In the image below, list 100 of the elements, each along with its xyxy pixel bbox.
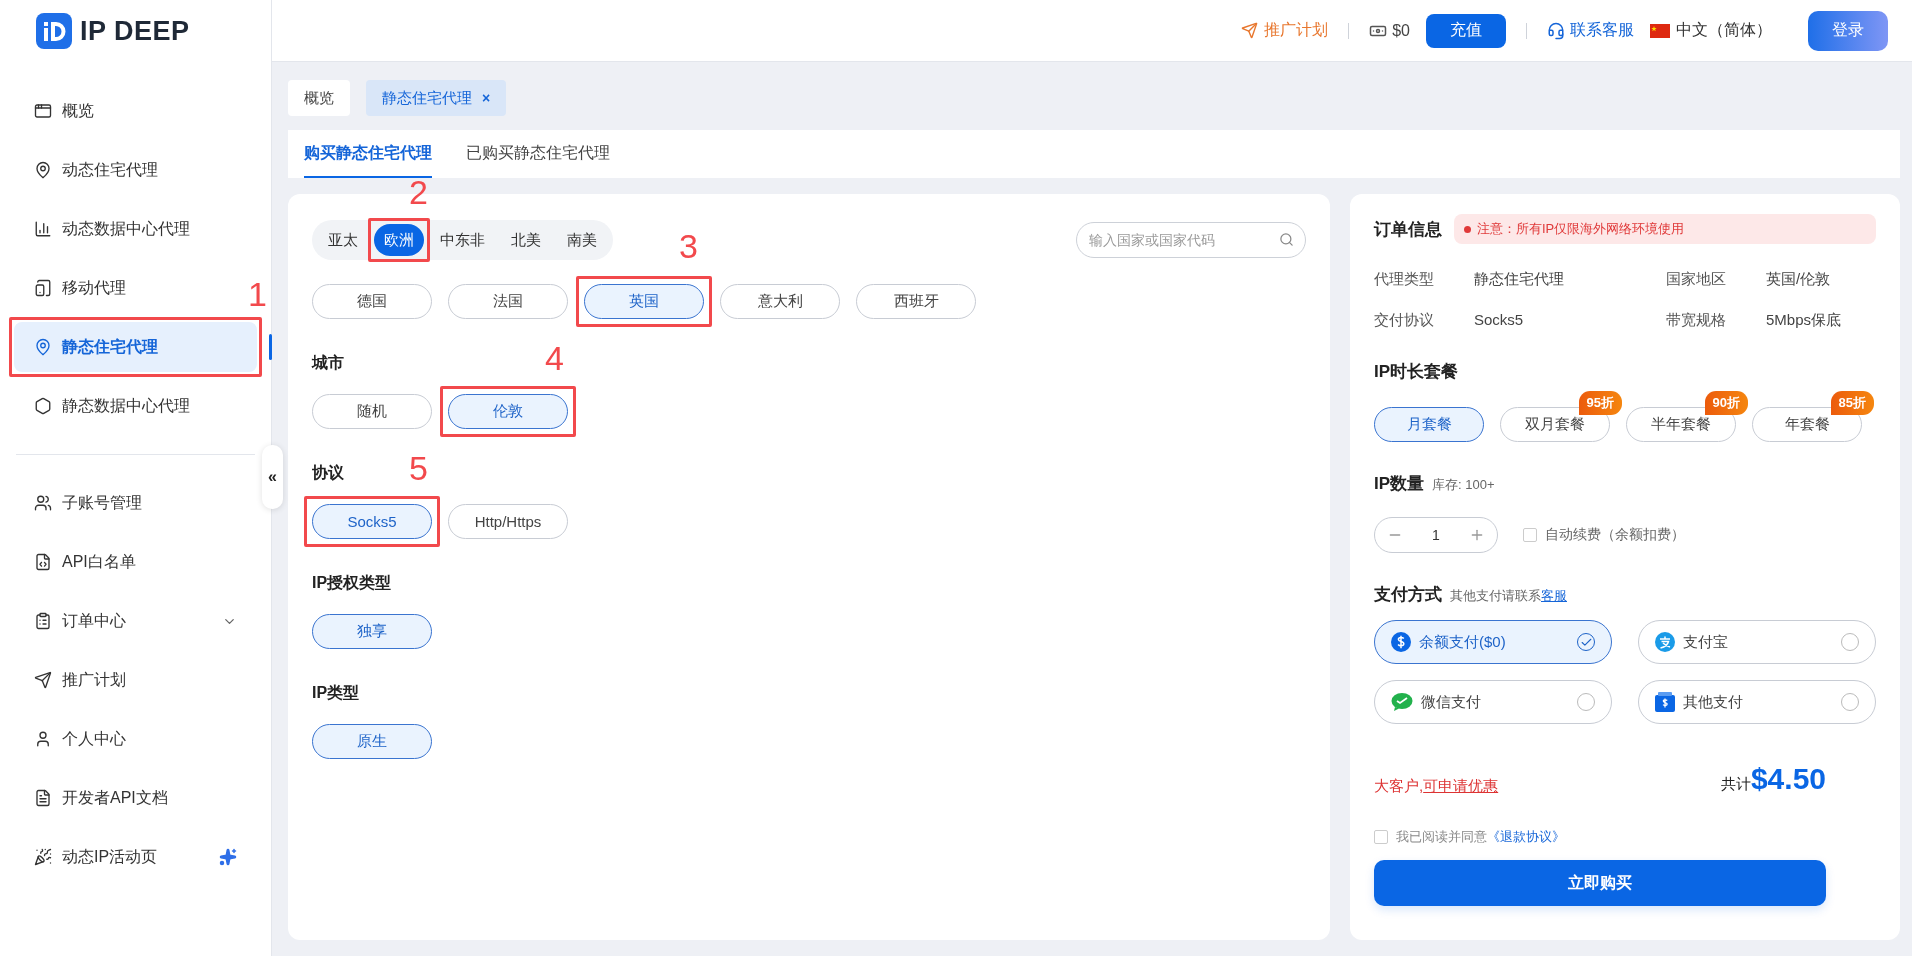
sidebar-item[interactable]: 概览 [14,86,257,136]
clipboard-icon [34,612,52,630]
detail-value: 静态住宅代理 [1474,270,1565,289]
dollar-coin-icon [1391,632,1411,652]
sidebar-item[interactable]: 动态数据中心代理 [14,204,257,254]
sidebar-item[interactable]: 静态数据中心代理 [14,381,257,431]
sidebar-item[interactable]: 子账号管理 [14,478,257,528]
page-tab[interactable]: 静态住宅代理 × [366,80,507,116]
enterprise-text: 大客户,可申请优惠 [1374,777,1499,796]
sidebar-item[interactable]: 推广计划 [14,655,257,705]
sidebar-item[interactable]: API白名单 [14,537,257,587]
detail-label: 交付协议 [1374,311,1435,330]
map-pin-icon [34,338,52,356]
refund-policy-link[interactable]: 《退款协议》 [1487,829,1565,844]
wechat-icon [1391,692,1413,712]
document-icon [34,789,52,807]
sidebar-item[interactable]: 动态IP活动页 [14,832,257,882]
section-title: IP类型 [312,683,360,703]
country-option[interactable]: 意大利 [720,284,840,319]
brand-name: IP DEEP [80,15,190,47]
plan-option[interactable]: 月套餐 [1374,407,1484,442]
detail-value: 英国/伦敦 [1766,270,1832,289]
option-pill[interactable]: Http/Https [448,504,568,539]
agreement-text: 我已阅读并同意《退款协议》 [1396,828,1565,846]
search-field[interactable]: 输入国家或国家代码 [1076,222,1306,258]
order-title: 订单信息 [1374,218,1442,241]
country-option[interactable]: 德国 [312,284,432,319]
plus-icon[interactable] [1469,527,1485,543]
send-icon [34,671,52,689]
payment-option[interactable]: 微信支付 [1374,680,1612,724]
option-pill[interactable]: Socks5 [312,504,432,539]
callout-frame [368,218,430,262]
devices-icon [34,279,52,297]
region-tab[interactable]: 北美 [501,224,551,256]
detail-value: Socks5 [1474,311,1525,330]
callout-number: 4 [545,338,564,378]
plan-title: IP时长套餐 [1374,361,1460,383]
region-tab[interactable]: 南美 [557,224,607,256]
region-tab[interactable]: 中东非 [430,224,495,256]
map-pin-icon [34,161,52,179]
dot-icon [1464,225,1471,233]
total-amount: $4.50 [1750,762,1826,795]
checkbox[interactable] [1374,830,1388,844]
collapse-button[interactable]: « [262,445,283,509]
sidebar-item[interactable]: 开发者API文档 [14,773,257,823]
quantity-value: 1 [1432,527,1440,543]
sparkle-icon [219,848,237,866]
sub-tab[interactable]: 已购买静态住宅代理 [466,130,610,178]
discount-link[interactable]: 可申请优惠 [1423,777,1499,794]
country-option[interactable]: 法国 [448,284,568,319]
option-pill[interactable]: 独享 [312,614,432,649]
bar-chart-icon [34,220,52,238]
buy-button[interactable]: 立即购买 [1374,860,1826,906]
total-label: 共计 [1720,775,1751,792]
support-link[interactable]: 客服 [1541,588,1567,603]
balance-amount: $0 [1392,21,1410,40]
payment-option[interactable]: 支付宝 [1638,620,1876,664]
section-title: IP授权类型 [312,573,392,593]
alipay-icon [1655,632,1675,652]
sidebar-item[interactable]: 动态住宅代理 [14,145,257,195]
recharge-button[interactable]: 充值 [1426,13,1506,48]
callout-number: 3 [679,226,698,266]
detail-value: 5Mbps保底 [1766,311,1843,330]
login-button[interactable]: 登录 [1808,10,1888,51]
sidebar-item[interactable]: 个人中心 [14,714,257,764]
country-option[interactable]: 英国 [584,284,704,319]
page-tab[interactable]: 概览 [288,80,350,116]
support-link[interactable]: 联系客服 [1547,20,1634,41]
option-pill[interactable]: 伦敦 [448,394,568,429]
wallet-icon [1655,692,1675,712]
detail-label: 国家地区 [1666,270,1727,289]
discount-badge: 95折 [1578,391,1622,415]
detail-label: 带宽规格 [1666,311,1727,330]
payment-option[interactable]: 余额支付($0) [1374,620,1612,664]
logo-icon [36,13,72,49]
flag-icon [1650,23,1670,38]
active-indicator [269,334,272,360]
discount-badge: 85折 [1830,391,1874,415]
region-tab[interactable]: 欧洲 [374,224,424,256]
payment-hint: 其他支付请联系客服 [1450,587,1567,605]
option-pill[interactable]: 原生 [312,724,432,759]
file-code-icon [34,553,52,571]
country-option[interactable]: 西班牙 [856,284,976,319]
callout-number: 1 [248,274,267,314]
checkbox-label: 自动续费（余额扣费） [1545,526,1685,544]
sub-tab[interactable]: 购买静态住宅代理 [304,130,432,178]
language-selector[interactable]: 中文（简体） [1650,20,1772,41]
option-pill[interactable]: 随机 [312,394,432,429]
notice-text: 注意：所有IP仅限海外网络环境使用 [1477,220,1685,238]
region-tab[interactable]: 亚太 [318,224,368,256]
payment-title: 支付方式 [1374,584,1442,606]
section-title: 城市 [312,353,344,373]
detail-label: 代理类型 [1374,270,1435,289]
stock-text: 库存: 100+ [1432,476,1495,494]
checkbox[interactable] [1523,528,1537,542]
sidebar-item[interactable]: 订单中心 [14,596,257,646]
payment-option[interactable]: 其他支付 [1638,680,1876,724]
users-icon [34,494,52,512]
window-icon [34,102,52,120]
search-icon [1279,232,1294,247]
